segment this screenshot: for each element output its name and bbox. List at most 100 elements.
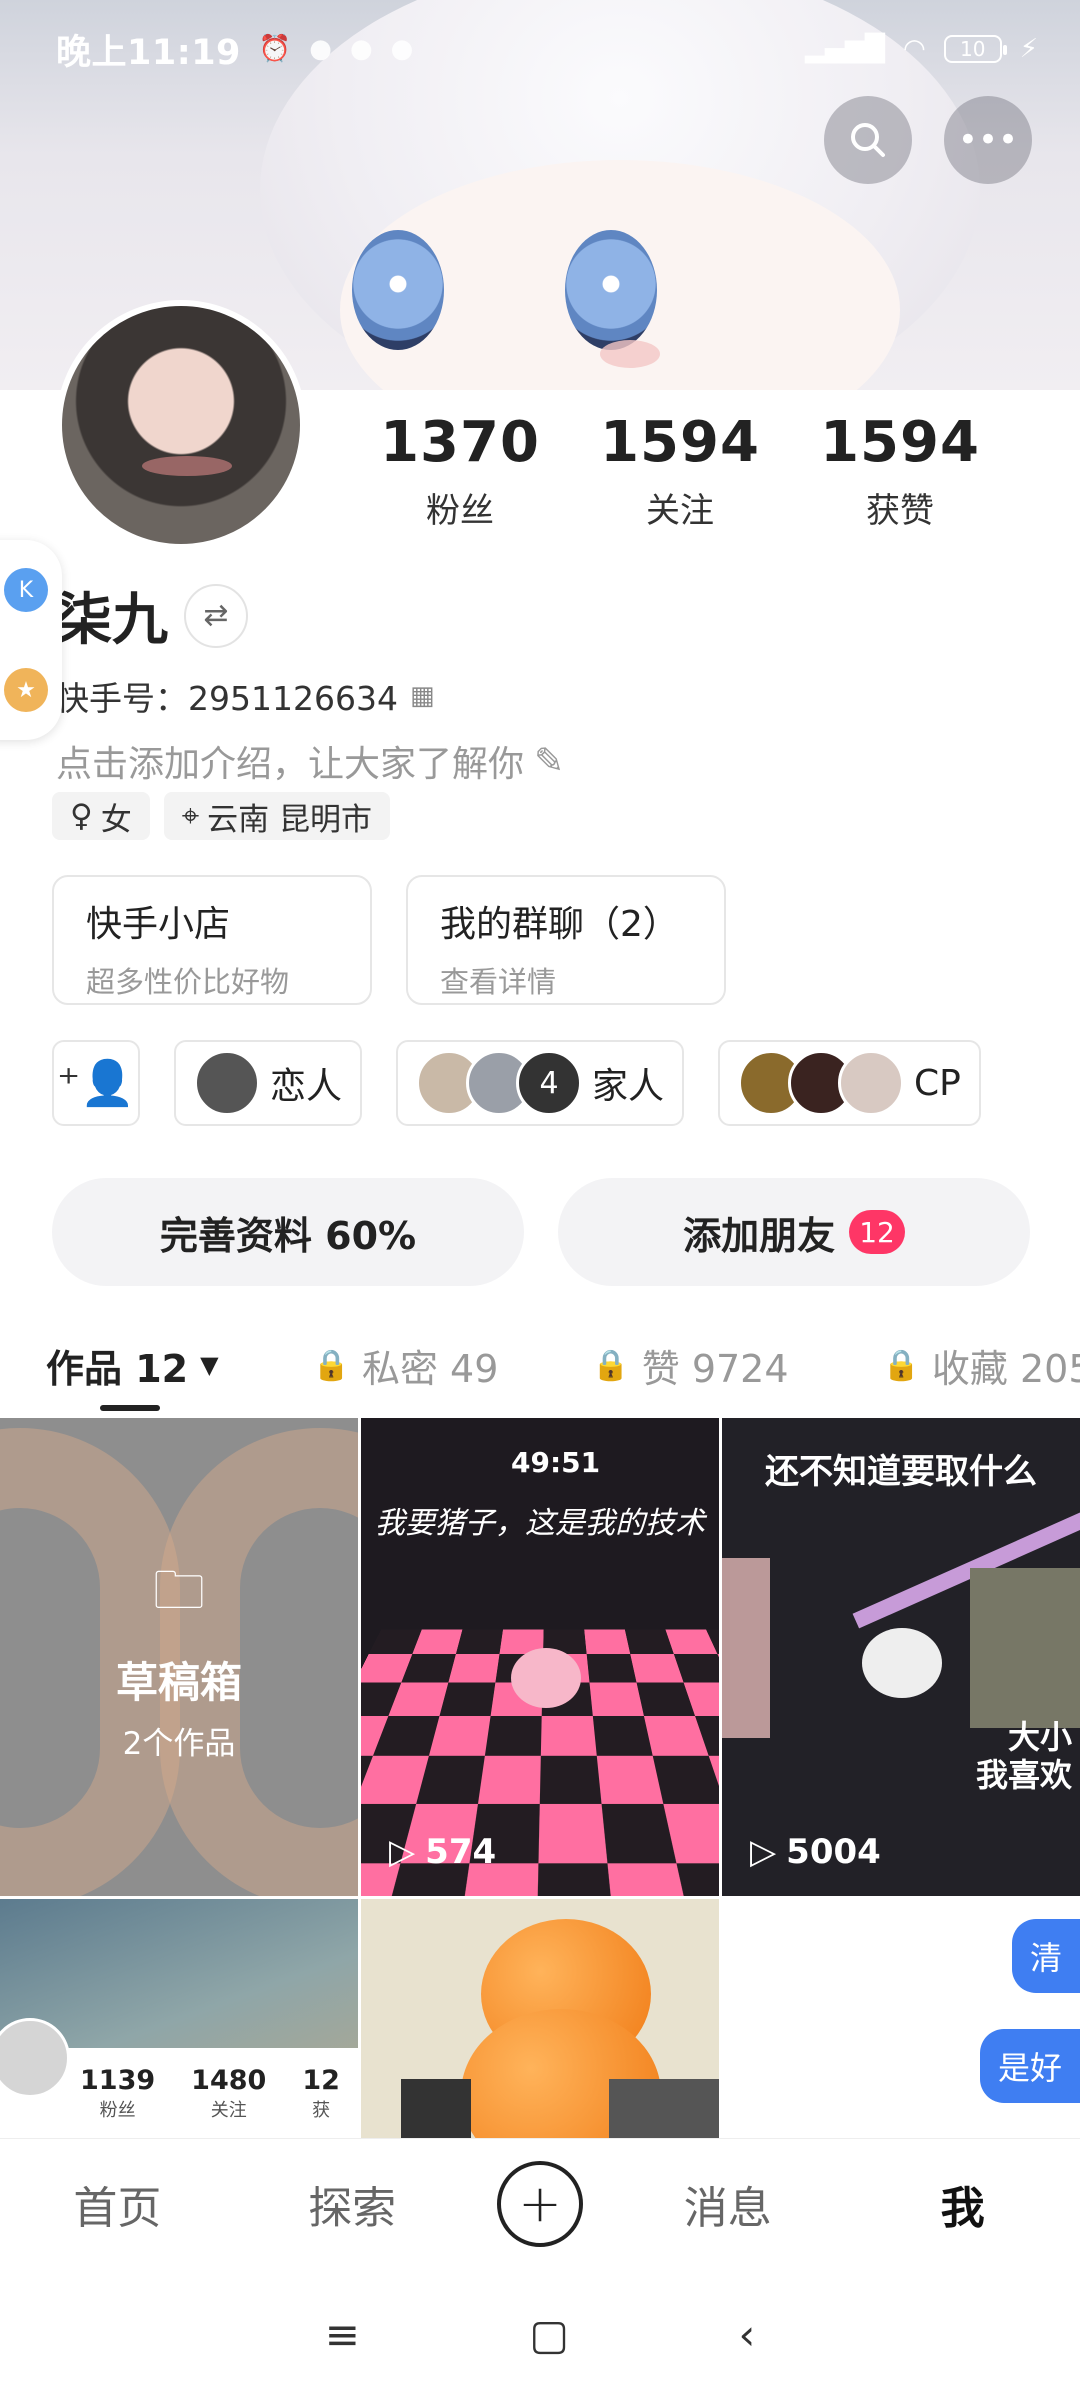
mini-stat-label: 获 xyxy=(312,2099,331,2121)
kuaishou-id[interactable]: 快手号：2951126634 ▦ xyxy=(56,672,435,720)
play-count: ▷ 5004 xyxy=(750,1832,881,1872)
stat-followers[interactable]: 1370 粉丝 xyxy=(360,410,560,532)
stat-number: 1594 xyxy=(600,410,760,475)
content-tabs: 作品 12 ▼ 🔒 私密 49 🔒 赞 9724 🔒 收藏 205 xyxy=(0,1320,1080,1410)
works-grid: 🗀 草稿箱 2个作品 49:51 我要猪子，这是我的技术 ▷ 574 还不知道要… xyxy=(0,1418,1080,2138)
home-square-icon[interactable]: ▢ xyxy=(529,2310,569,2359)
intro-text: 点击添加介绍，让大家了解你 xyxy=(56,744,525,785)
tab-private[interactable]: 🔒 私密 49 xyxy=(313,1338,499,1393)
complete-profile-label: 完善资料 60% xyxy=(159,1213,417,1258)
shortcut-cards: 快手小店 超多性价比好物 我的群聊（2） 查看详情 xyxy=(52,875,726,1005)
create-button[interactable]: + xyxy=(496,2160,583,2247)
lock-icon: 🔒 xyxy=(312,1347,350,1383)
group-chat-title: 我的群聊（2） xyxy=(440,904,679,945)
tab-label: 作品 12 xyxy=(46,1346,189,1391)
intro-prompt[interactable]: 点击添加介绍，让大家了解你 ✎ xyxy=(56,735,564,787)
mini-stat-number: 1480 xyxy=(191,2064,267,2096)
profile-name[interactable]: 柒九 xyxy=(56,575,168,656)
search-icon xyxy=(851,123,885,157)
shop-card[interactable]: 快手小店 超多性价比好物 xyxy=(52,875,372,1005)
video-caption: 还不知道要取什么 xyxy=(765,1452,1037,1492)
status-time: 晚上11:19 xyxy=(56,32,241,73)
charging-icon: ⚡ xyxy=(1019,34,1038,64)
nav-home[interactable]: 首页 xyxy=(27,2172,207,2236)
notification-icon: ● xyxy=(390,34,414,64)
video-timer: 49:51 xyxy=(511,1446,601,1479)
plus-icon: + xyxy=(518,2173,562,2234)
stat-label: 粉丝 xyxy=(426,491,494,531)
wifi-icon: ◠ xyxy=(903,34,926,64)
relationship-row: ⁺👤 恋人 4 家人 CP xyxy=(52,1040,981,1126)
widget-icon[interactable]: ★ xyxy=(4,668,48,712)
mini-stat-number: 12 xyxy=(302,2064,340,2096)
video-thumbnail[interactable]: 清 是好 xyxy=(722,1899,1080,2138)
search-button[interactable] xyxy=(824,96,912,184)
side-floating-widget[interactable]: K ★ xyxy=(0,540,62,740)
add-friends-button[interactable]: 添加朋友 12 xyxy=(558,1178,1030,1286)
more-button[interactable]: ••• xyxy=(944,96,1032,184)
folder-icon: 🗀 xyxy=(152,1560,205,1621)
nav-messages[interactable]: 消息 xyxy=(638,2172,818,2236)
tab-works[interactable]: 作品 12 ▼ xyxy=(46,1338,219,1393)
menu-icon[interactable]: ≡ xyxy=(325,2310,360,2359)
complete-profile-button[interactable]: 完善资料 60% xyxy=(52,1178,524,1286)
chat-bubble: 清 xyxy=(1011,1919,1080,1993)
drafts-box[interactable]: 🗀 草稿箱 2个作品 xyxy=(0,1418,358,1896)
video-thumbnail[interactable]: 49:51 我要猪子，这是我的技术 ▷ 574 xyxy=(361,1418,719,1896)
banner-blush xyxy=(600,340,660,368)
shop-card-subtitle: 超多性价比好物 xyxy=(86,965,290,999)
relation-lover[interactable]: 恋人 xyxy=(174,1040,363,1126)
stat-likes[interactable]: 1594 获赞 xyxy=(800,410,1000,532)
tab-label: 私密 49 xyxy=(361,1346,499,1391)
video-caption: 我要猪子，这是我的技术 xyxy=(375,1506,705,1541)
gender-tag[interactable]: ♀ 女 xyxy=(52,792,150,840)
tab-label: 收藏 205 xyxy=(931,1346,1080,1391)
tab-favorites[interactable]: 🔒 收藏 205 xyxy=(883,1338,1080,1393)
avatar xyxy=(838,1050,905,1116)
location-text: 云南 昆明市 xyxy=(207,801,373,838)
mini-stat-number: 1139 xyxy=(80,2064,156,2096)
video-thumbnail[interactable] xyxy=(361,1899,719,2138)
avatar[interactable] xyxy=(56,300,306,550)
add-friends-badge: 12 xyxy=(849,1210,905,1254)
play-icon: ▷ xyxy=(750,1832,777,1872)
video-thumbnail[interactable]: 1139 粉丝 1480 关注 12 获 xyxy=(0,1899,358,2138)
family-count: 4 xyxy=(516,1050,583,1116)
relation-label: 恋人 xyxy=(270,1066,343,1107)
lock-icon: 🔒 xyxy=(882,1347,920,1383)
play-count-text: 5004 xyxy=(786,1832,881,1872)
add-person-icon: ⁺👤 xyxy=(56,1058,135,1109)
edit-icon: ✎ xyxy=(534,740,565,782)
nav-me[interactable]: 我 xyxy=(873,2172,1053,2236)
system-nav-bar: ≡ ▢ ‹ xyxy=(0,2268,1080,2400)
side-photo xyxy=(970,1568,1080,1728)
name-row: 柒九 ⇄ xyxy=(56,575,248,656)
widget-icon[interactable]: K xyxy=(4,568,48,612)
nav-explore[interactable]: 探索 xyxy=(262,2172,442,2236)
switch-account-button[interactable]: ⇄ xyxy=(184,583,248,648)
relation-family[interactable]: 4 家人 xyxy=(396,1040,685,1126)
group-chat-card[interactable]: 我的群聊（2） 查看详情 xyxy=(406,875,726,1005)
avatar xyxy=(194,1050,260,1116)
female-icon: ♀ xyxy=(70,798,93,834)
stat-following[interactable]: 1594 关注 xyxy=(580,410,780,532)
stat-label: 获赞 xyxy=(866,491,934,531)
add-relation-button[interactable]: ⁺👤 xyxy=(52,1040,140,1126)
tab-liked[interactable]: 🔒 赞 9724 xyxy=(592,1338,788,1393)
video-thumbnail[interactable]: 还不知道要取什么 大小 我喜欢 ▷ 5004 xyxy=(722,1418,1080,1896)
notification-icon: ● xyxy=(309,34,332,64)
relation-label: 家人 xyxy=(592,1066,665,1107)
location-tag[interactable]: ⌖ 云南 昆明市 xyxy=(163,792,391,840)
qrcode-icon[interactable]: ▦ xyxy=(410,681,435,711)
side-photo xyxy=(722,1558,770,1738)
game-character xyxy=(511,1648,581,1708)
back-icon[interactable]: ‹ xyxy=(738,2310,755,2359)
mini-stat: 1480 关注 xyxy=(191,2065,266,2122)
mini-stat-label: 粉丝 xyxy=(99,2099,136,2121)
more-icon: ••• xyxy=(957,120,1019,160)
relation-cp[interactable]: CP xyxy=(718,1040,981,1126)
notification-icon: ● xyxy=(349,34,373,64)
play-count-text: 574 xyxy=(425,1832,497,1872)
play-count: ▷ 574 xyxy=(389,1832,496,1872)
active-tab-indicator xyxy=(100,1405,160,1411)
